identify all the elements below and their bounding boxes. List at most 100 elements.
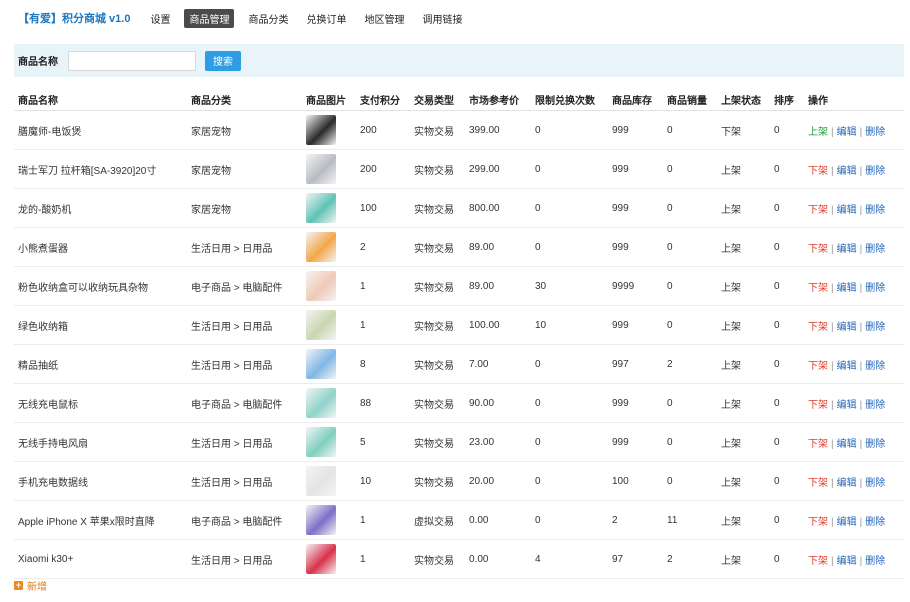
- nav-region-management[interactable]: 地区管理: [360, 9, 408, 28]
- nav-settings[interactable]: 设置: [146, 9, 174, 28]
- cell-sales: 0: [663, 461, 717, 501]
- delete-link[interactable]: 删除: [865, 556, 885, 567]
- edit-link[interactable]: 编辑: [837, 361, 857, 372]
- cell-sales: 0: [663, 149, 717, 189]
- cell-points: 1: [356, 305, 410, 345]
- cell-sort: 0: [770, 188, 804, 228]
- delete-link[interactable]: 删除: [865, 205, 885, 216]
- add-product-button[interactable]: + 新增: [14, 578, 47, 593]
- cell-price: 7.00: [465, 344, 531, 384]
- toggle-listing-link[interactable]: 下架: [808, 556, 828, 567]
- delete-link[interactable]: 删除: [865, 517, 885, 528]
- toggle-listing-link[interactable]: 下架: [808, 400, 828, 411]
- delete-link[interactable]: 删除: [865, 361, 885, 372]
- cell-sales: 2: [663, 539, 717, 579]
- cell-category: 家居宠物: [187, 188, 302, 228]
- product-thumbnail: [306, 505, 336, 535]
- edit-link[interactable]: 编辑: [837, 205, 857, 216]
- toggle-listing-link[interactable]: 下架: [808, 478, 828, 489]
- cell-name: 无线充电鼠标: [14, 383, 187, 423]
- delete-link[interactable]: 删除: [865, 127, 885, 138]
- cell-type: 实物交易: [410, 539, 465, 579]
- cell-type: 实物交易: [410, 344, 465, 384]
- cell-category: 电子商品 > 电脑配件: [187, 383, 302, 423]
- toggle-listing-link[interactable]: 下架: [808, 283, 828, 294]
- delete-link[interactable]: 删除: [865, 439, 885, 450]
- status-badge: 上架: [717, 305, 770, 345]
- edit-link[interactable]: 编辑: [837, 439, 857, 450]
- cell-sort: 0: [770, 500, 804, 540]
- edit-link[interactable]: 编辑: [837, 517, 857, 528]
- cell-limit: 0: [531, 188, 608, 228]
- cell-sort: 0: [770, 110, 804, 150]
- cell-price: 299.00: [465, 149, 531, 189]
- table-row: 小熊煮蛋器 生活日用 > 日用品 2 实物交易 89.00 0 999 0 上架 0 下架 | 编辑 | 删…: [14, 227, 904, 267]
- edit-link[interactable]: 编辑: [837, 244, 857, 255]
- cell-category: 家居宠物: [187, 149, 302, 189]
- delete-link[interactable]: 删除: [865, 283, 885, 294]
- product-image-cell: [302, 500, 356, 540]
- cell-sort: 0: [770, 344, 804, 384]
- cell-points: 200: [356, 110, 410, 150]
- nav-exchange-orders[interactable]: 兑换订单: [302, 9, 350, 28]
- delete-link[interactable]: 删除: [865, 400, 885, 411]
- product-image-cell: [302, 110, 356, 150]
- search-bar: 商品名称 搜索: [14, 44, 904, 77]
- cell-points: 2: [356, 227, 410, 267]
- toggle-listing-link[interactable]: 下架: [808, 205, 828, 216]
- separator: |: [831, 399, 834, 411]
- cell-points: 1: [356, 500, 410, 540]
- operations-cell: 下架 | 编辑 | 删除: [804, 305, 904, 345]
- separator: |: [831, 555, 834, 567]
- edit-link[interactable]: 编辑: [837, 283, 857, 294]
- nav-product-category[interactable]: 商品分类: [244, 9, 292, 28]
- edit-link[interactable]: 编辑: [837, 400, 857, 411]
- status-badge: 上架: [717, 188, 770, 228]
- toggle-listing-link[interactable]: 下架: [808, 439, 828, 450]
- nav-call-links[interactable]: 调用链接: [418, 9, 466, 28]
- nav-product-management[interactable]: 商品管理: [184, 8, 235, 28]
- product-image-cell: [302, 188, 356, 228]
- toggle-listing-link[interactable]: 下架: [808, 166, 828, 177]
- delete-link[interactable]: 删除: [865, 166, 885, 177]
- operations-cell: 下架 | 编辑 | 删除: [804, 539, 904, 579]
- cell-stock: 97: [608, 539, 663, 579]
- cell-category: 生活日用 > 日用品: [187, 461, 302, 501]
- cell-stock: 999: [608, 383, 663, 423]
- cell-points: 8: [356, 344, 410, 384]
- separator: |: [859, 399, 863, 411]
- cell-category: 生活日用 > 日用品: [187, 344, 302, 384]
- cell-name: 膳魔师-电饭煲: [14, 110, 187, 150]
- edit-link[interactable]: 编辑: [837, 166, 857, 177]
- delete-link[interactable]: 删除: [865, 322, 885, 333]
- cell-sales: 0: [663, 227, 717, 267]
- cell-sort: 0: [770, 149, 804, 189]
- delete-link[interactable]: 删除: [865, 244, 885, 255]
- cell-type: 实物交易: [410, 188, 465, 228]
- cell-name: 精品抽纸: [14, 344, 187, 384]
- toggle-listing-link[interactable]: 下架: [808, 244, 828, 255]
- delete-link[interactable]: 删除: [865, 478, 885, 489]
- operations-cell: 下架 | 编辑 | 删除: [804, 266, 904, 306]
- column-header: 交易类型: [410, 88, 465, 111]
- toggle-listing-link[interactable]: 下架: [808, 322, 828, 333]
- operations-cell: 下架 | 编辑 | 删除: [804, 422, 904, 462]
- top-bar: 【有爱】积分商城 v1.0 设置 商品管理 商品分类 兑换订单 地区管理 调用链…: [0, 0, 910, 36]
- cell-points: 1: [356, 266, 410, 306]
- search-input[interactable]: [68, 50, 196, 71]
- cell-type: 实物交易: [410, 422, 465, 462]
- toggle-listing-link[interactable]: 上架: [808, 127, 828, 138]
- product-image-cell: [302, 149, 356, 189]
- separator: |: [831, 477, 834, 489]
- edit-link[interactable]: 编辑: [837, 127, 857, 138]
- edit-link[interactable]: 编辑: [837, 478, 857, 489]
- plus-icon: +: [14, 580, 23, 590]
- edit-link[interactable]: 编辑: [837, 556, 857, 567]
- toggle-listing-link[interactable]: 下架: [808, 361, 828, 372]
- edit-link[interactable]: 编辑: [837, 322, 857, 333]
- toggle-listing-link[interactable]: 下架: [808, 517, 828, 528]
- cell-points: 100: [356, 188, 410, 228]
- cell-category: 生活日用 > 日用品: [187, 305, 302, 345]
- search-button[interactable]: 搜索: [205, 50, 241, 71]
- separator: |: [831, 126, 834, 138]
